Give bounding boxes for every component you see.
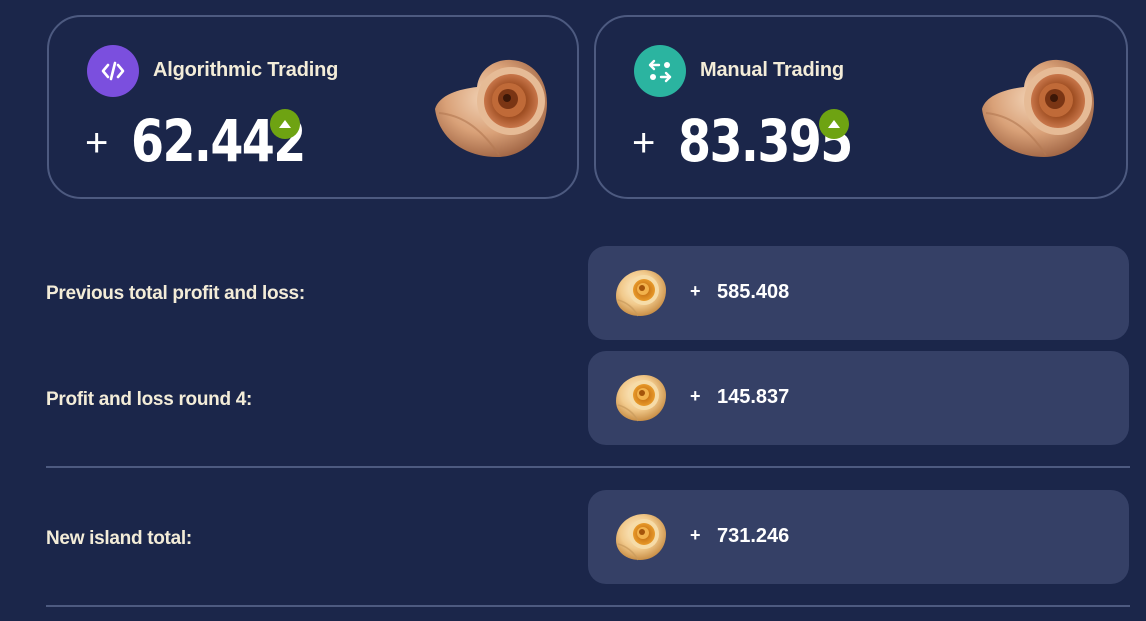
plus-sign: + [690, 386, 701, 406]
shell-icon [616, 514, 666, 561]
shell-icon [616, 375, 666, 422]
plus-sign: + [632, 121, 656, 165]
shell-icon [982, 59, 1094, 157]
shell-icon [435, 59, 547, 157]
plus-sign: + [690, 281, 701, 301]
round-profit-label: Profit and loss round 4: [46, 389, 253, 410]
code-icon [87, 45, 139, 97]
trend-up-icon [270, 109, 300, 139]
card-title: Algorithmic Trading [153, 59, 339, 81]
previous-total-value: 585.408 [717, 281, 790, 303]
shell-icon [616, 270, 666, 317]
divider [46, 605, 1130, 607]
previous-total-label: Previous total profit and loss: [46, 283, 305, 304]
plus-sign: + [85, 121, 109, 165]
manual-trading-card: Manual Trading + 83.395 [594, 15, 1128, 199]
exchange-arrows-icon [634, 45, 686, 97]
island-total-label: New island total: [46, 528, 192, 549]
plus-sign: + [690, 525, 701, 545]
island-total-panel: + 731.246 [588, 490, 1129, 584]
trend-up-icon [819, 109, 849, 139]
card-title: Manual Trading [700, 59, 844, 81]
island-total-value: 731.246 [717, 525, 790, 547]
round-profit-panel: + 145.837 [588, 351, 1129, 445]
divider [46, 466, 1130, 468]
previous-total-panel: + 585.408 [588, 246, 1129, 340]
round-profit-value: 145.837 [717, 386, 790, 408]
results-page: Algorithmic Trading + 62.442 Manual Trad… [0, 0, 1146, 621]
algorithmic-trading-card: Algorithmic Trading + 62.442 [47, 15, 579, 199]
